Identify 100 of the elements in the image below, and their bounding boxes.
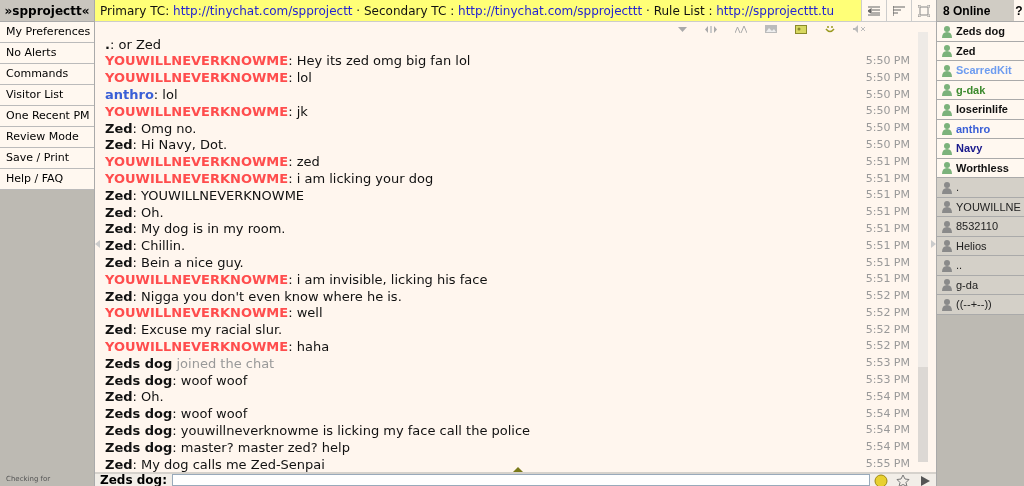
user-name: Zeds dog xyxy=(956,24,1005,39)
topic-link[interactable]: http://tinychat.com/spprojecttt xyxy=(458,1,643,20)
chat-message: Zeds dog joined the chat xyxy=(105,354,275,373)
user-name: Zed xyxy=(956,43,976,59)
user-name: g-dak xyxy=(956,82,986,98)
timestamp: 5:50 PM xyxy=(864,86,910,103)
chat-message: Zed: Nigga you don't even know where he is. xyxy=(105,287,402,306)
user-name: ((--+--)) xyxy=(956,297,992,312)
user-item[interactable]: 8532110 xyxy=(937,217,1024,237)
chat-message: Zeds dog: woof woof xyxy=(105,371,248,390)
user-icon xyxy=(941,102,953,116)
timestamp: 5:51 PM xyxy=(864,271,910,288)
picture-icon[interactable] xyxy=(795,24,807,34)
menu-item[interactable]: One Recent PM xyxy=(0,106,94,127)
chat-message: Zed: YOUWILLNEVERKNOWME xyxy=(105,186,305,205)
user-item[interactable]: loserinlife xyxy=(937,100,1024,120)
user-name: anthro xyxy=(956,121,991,137)
star-icon[interactable] xyxy=(896,474,910,486)
menu-item[interactable]: Save / Print xyxy=(0,148,94,169)
send-icon[interactable] xyxy=(918,474,932,486)
chat-message: Zed: Chillin. xyxy=(105,237,186,256)
chat-message: Zeds dog: woof woof xyxy=(105,405,248,424)
user-item[interactable]: Navy xyxy=(937,139,1024,159)
chat-message: anthro: lol xyxy=(105,86,178,105)
timestamp: 5:54 PM xyxy=(864,388,910,405)
timestamp: 5:51 PM xyxy=(864,254,910,271)
chat-message: Zed: Excuse my racial slur. xyxy=(105,321,283,340)
timestamp: 5:50 PM xyxy=(864,136,910,153)
timestamp: 5:52 PM xyxy=(864,304,910,321)
mute-icon[interactable] xyxy=(853,25,866,33)
user-name: Helios xyxy=(956,238,987,254)
topic-text: · Rule List : xyxy=(645,2,714,20)
user-icon xyxy=(941,63,953,77)
user-item[interactable]: Zed xyxy=(937,41,1024,61)
menu-item[interactable]: Review Mode xyxy=(0,127,94,148)
menu-item[interactable]: No Alerts xyxy=(0,43,94,64)
user-item[interactable]: YOUWILLNE xyxy=(937,197,1024,217)
user-icon xyxy=(941,239,953,253)
timestamp: 5:50 PM xyxy=(864,120,910,137)
image-icon[interactable] xyxy=(765,25,777,33)
caret-down-icon[interactable] xyxy=(678,26,687,32)
timestamp: 5:54 PM xyxy=(864,422,910,439)
timestamp: 5:52 PM xyxy=(864,338,910,355)
topic-text: Primary TC: xyxy=(100,2,171,20)
chat-message: Zed: Hi Navy, Dot. xyxy=(105,136,228,155)
user-icon xyxy=(941,122,953,136)
timestamp: 5:50 PM xyxy=(864,69,910,86)
smiley-icon[interactable] xyxy=(874,474,888,486)
timestamp: 5:51 PM xyxy=(864,237,910,254)
chat-message: YOUWILLNEVERKNOWME: lol xyxy=(105,69,312,88)
chat-message: YOUWILLNEVERKNOWME: i am invisible, licking his face xyxy=(105,270,488,289)
chat-message: Zed: Omg no. xyxy=(105,119,197,138)
chat-message: Zeds dog: master? master zed? help xyxy=(105,438,350,457)
user-icon xyxy=(941,141,953,155)
help-button[interactable]: ? xyxy=(1014,0,1024,21)
user-name: g-da xyxy=(956,277,979,293)
user-item[interactable]: .. xyxy=(937,256,1024,276)
chat-message: .: or Zed xyxy=(105,36,162,54)
user-item[interactable]: anthro xyxy=(937,119,1024,139)
user-icon xyxy=(941,180,953,194)
chat-message: Zed: My dog is in my room. xyxy=(105,220,286,239)
user-icon xyxy=(941,24,953,38)
smiley-icon[interactable] xyxy=(825,25,835,33)
sidebar-title: »spprojectt« xyxy=(0,0,94,22)
scrollbar[interactable] xyxy=(918,32,928,462)
resize-icon[interactable] xyxy=(705,25,717,33)
topic-link[interactable]: http://spprojecttt.tu xyxy=(716,1,835,20)
timestamp: 5:53 PM xyxy=(864,372,910,389)
user-name: .. xyxy=(956,258,963,273)
user-name: loserinlife xyxy=(956,102,1008,117)
chat-message: Zeds dog: youwillneverknowme is licking my face call the police xyxy=(105,422,531,440)
timestamp: 5:54 PM xyxy=(864,405,910,422)
message-input[interactable] xyxy=(172,474,870,486)
menu-item[interactable]: Help / FAQ xyxy=(0,169,94,190)
user-item[interactable]: g-dak xyxy=(937,80,1024,100)
user-item[interactable]: Helios xyxy=(937,236,1024,256)
timestamp: 5:51 PM xyxy=(864,153,910,170)
user-icon xyxy=(941,219,953,233)
input-label: Zeds dog: xyxy=(99,474,168,486)
user-icon xyxy=(941,161,953,175)
user-item[interactable]: . xyxy=(937,178,1024,198)
user-item[interactable]: Zeds dog xyxy=(937,22,1024,42)
timestamp: 5:55 PM xyxy=(864,456,910,472)
timestamp: 5:52 PM xyxy=(864,321,910,338)
user-name: Navy xyxy=(956,141,983,156)
topic-text: · Secondary TC : xyxy=(355,2,456,20)
user-icon xyxy=(941,44,953,58)
font-size-icon[interactable] xyxy=(735,25,747,33)
user-item[interactable]: g-da xyxy=(937,275,1024,295)
chat-message: YOUWILLNEVERKNOWME: i am licking your dog xyxy=(105,170,434,189)
menu-item[interactable]: Commands xyxy=(0,64,94,85)
user-item[interactable]: ((--+--)) xyxy=(937,295,1024,315)
chat-message: YOUWILLNEVERKNOWME: haha xyxy=(105,338,330,356)
user-icon xyxy=(941,297,953,311)
user-icon xyxy=(941,258,953,272)
topic-link[interactable]: http://tinychat.com/spprojectt xyxy=(173,1,353,20)
menu-item[interactable]: Visitor List xyxy=(0,85,94,106)
user-item[interactable]: Worthless xyxy=(937,158,1024,178)
user-icon xyxy=(941,83,953,97)
menu-item[interactable]: My Preferences xyxy=(0,22,94,43)
